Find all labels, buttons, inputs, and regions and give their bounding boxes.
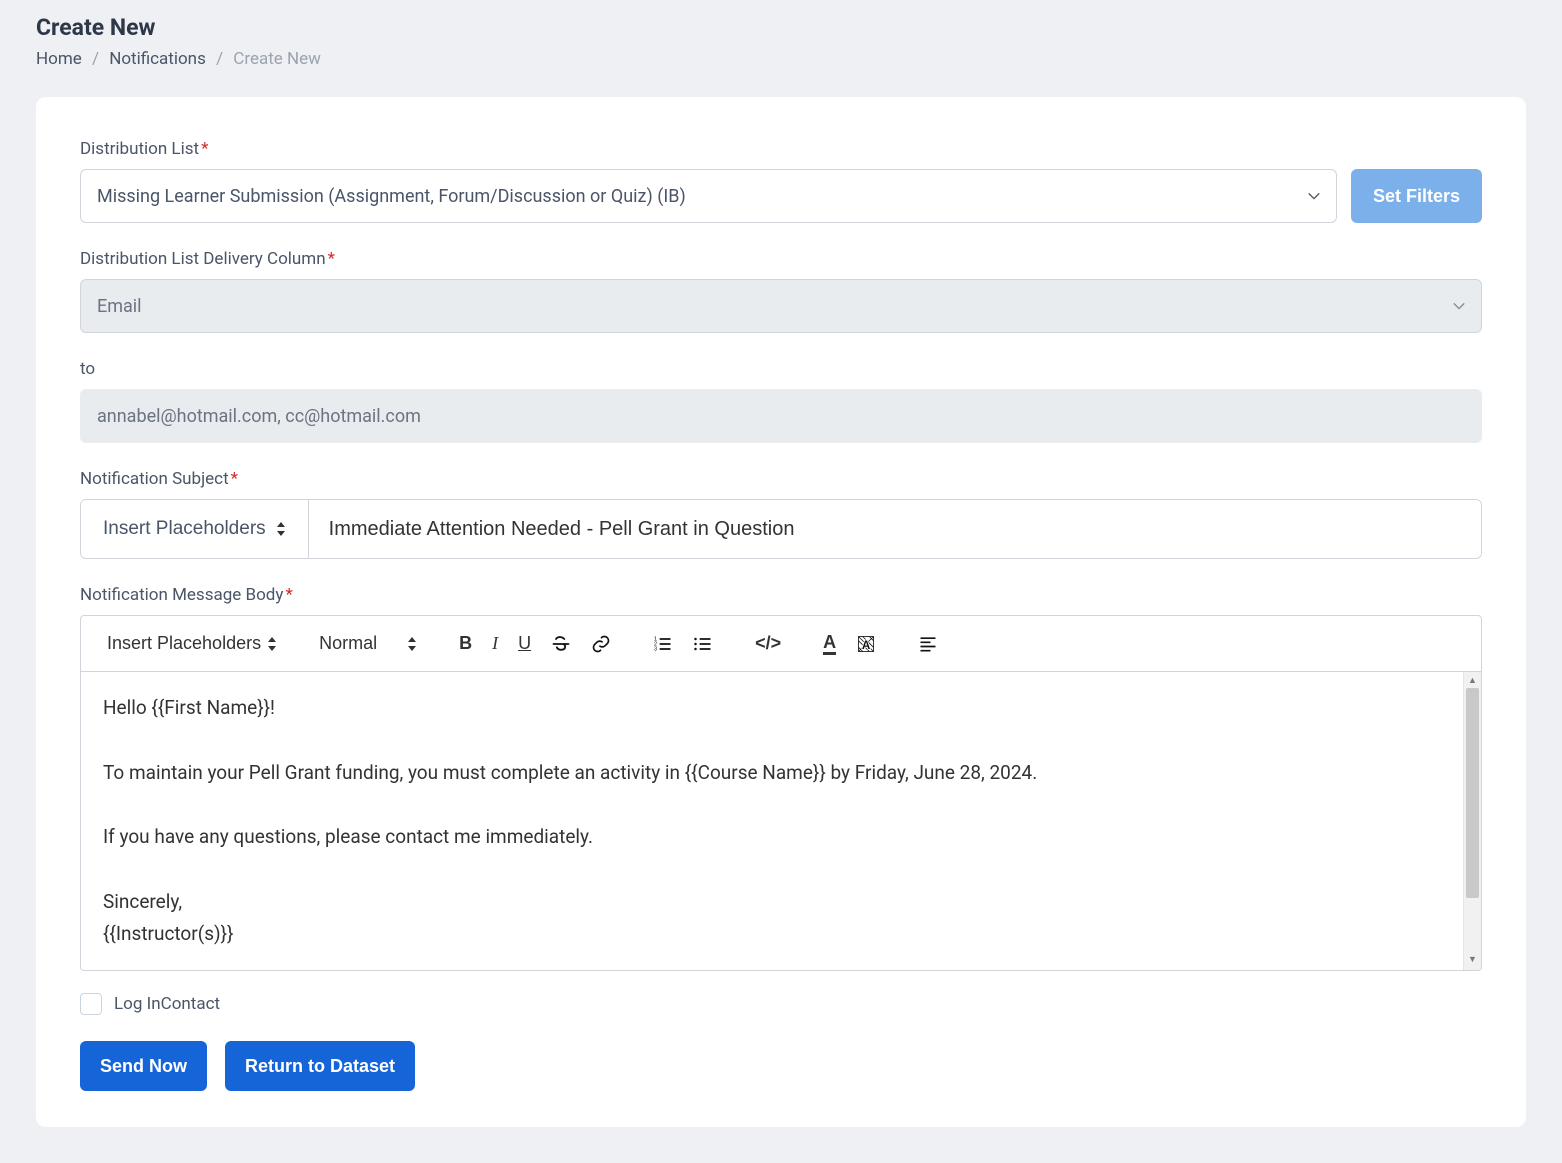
text-color-button[interactable]: A [815,627,844,661]
format-select[interactable]: Normal [311,627,425,660]
sort-icon [276,522,286,536]
strikethrough-button[interactable] [543,628,579,660]
underline-button[interactable]: U [510,627,539,660]
breadcrumb-home[interactable]: Home [36,49,82,69]
message-editor: Insert Placeholders Normal B I U [80,615,1482,971]
log-incontact-label: Log InContact [114,994,220,1014]
code-button[interactable]: </> [747,627,789,660]
distribution-list-select[interactable]: Missing Learner Submission (Assignment, … [80,169,1337,223]
set-filters-button[interactable]: Set Filters [1351,169,1482,223]
subject-label: Notification Subject* [80,469,1482,489]
send-now-button[interactable]: Send Now [80,1041,207,1091]
log-incontact-checkbox[interactable] [80,993,102,1015]
body-line: {{Instructor(s)}} [103,918,1459,950]
breadcrumb-current: Create New [233,49,321,69]
highlight-button[interactable]: A [848,628,884,660]
ordered-list-button[interactable]: 123 [645,628,681,660]
scrollbar[interactable] [1463,672,1481,970]
italic-button[interactable]: I [484,627,506,660]
insert-placeholders-body-button[interactable]: Insert Placeholders [99,627,285,660]
to-field: annabel@hotmail.com, cc@hotmail.com [80,389,1482,443]
breadcrumb: Home / Notifications / Create New [36,49,1526,69]
unordered-list-button[interactable] [685,628,721,660]
body-label: Notification Message Body* [80,585,1482,605]
insert-placeholders-subject-button[interactable]: Insert Placeholders [81,500,309,558]
breadcrumb-sep: / [92,49,99,69]
body-line: Sincerely, [103,886,1459,918]
editor-toolbar: Insert Placeholders Normal B I U [81,616,1481,672]
bold-button[interactable]: B [451,627,480,660]
align-button[interactable] [910,628,946,660]
page-title: Create New [36,14,1526,41]
body-line: Hello {{First Name}}! [103,692,1459,724]
breadcrumb-sep: / [216,49,223,69]
svg-text:A: A [862,639,871,652]
form-card: Distribution List* Missing Learner Submi… [36,97,1526,1127]
body-line: If you have any questions, please contac… [103,821,1459,853]
editor-textarea[interactable]: Hello {{First Name}}! To maintain your P… [81,672,1481,970]
body-line: To maintain your Pell Grant funding, you… [103,757,1459,789]
breadcrumb-notifications[interactable]: Notifications [109,49,206,69]
svg-text:3: 3 [654,646,657,652]
to-label: to [80,359,1482,379]
delivery-column-label: Distribution List Delivery Column* [80,249,1482,269]
subject-input[interactable] [309,500,1481,558]
return-to-dataset-button[interactable]: Return to Dataset [225,1041,415,1091]
delivery-column-select[interactable]: Email [80,279,1482,333]
distribution-list-label: Distribution List* [80,139,1482,159]
link-button[interactable] [583,628,619,660]
